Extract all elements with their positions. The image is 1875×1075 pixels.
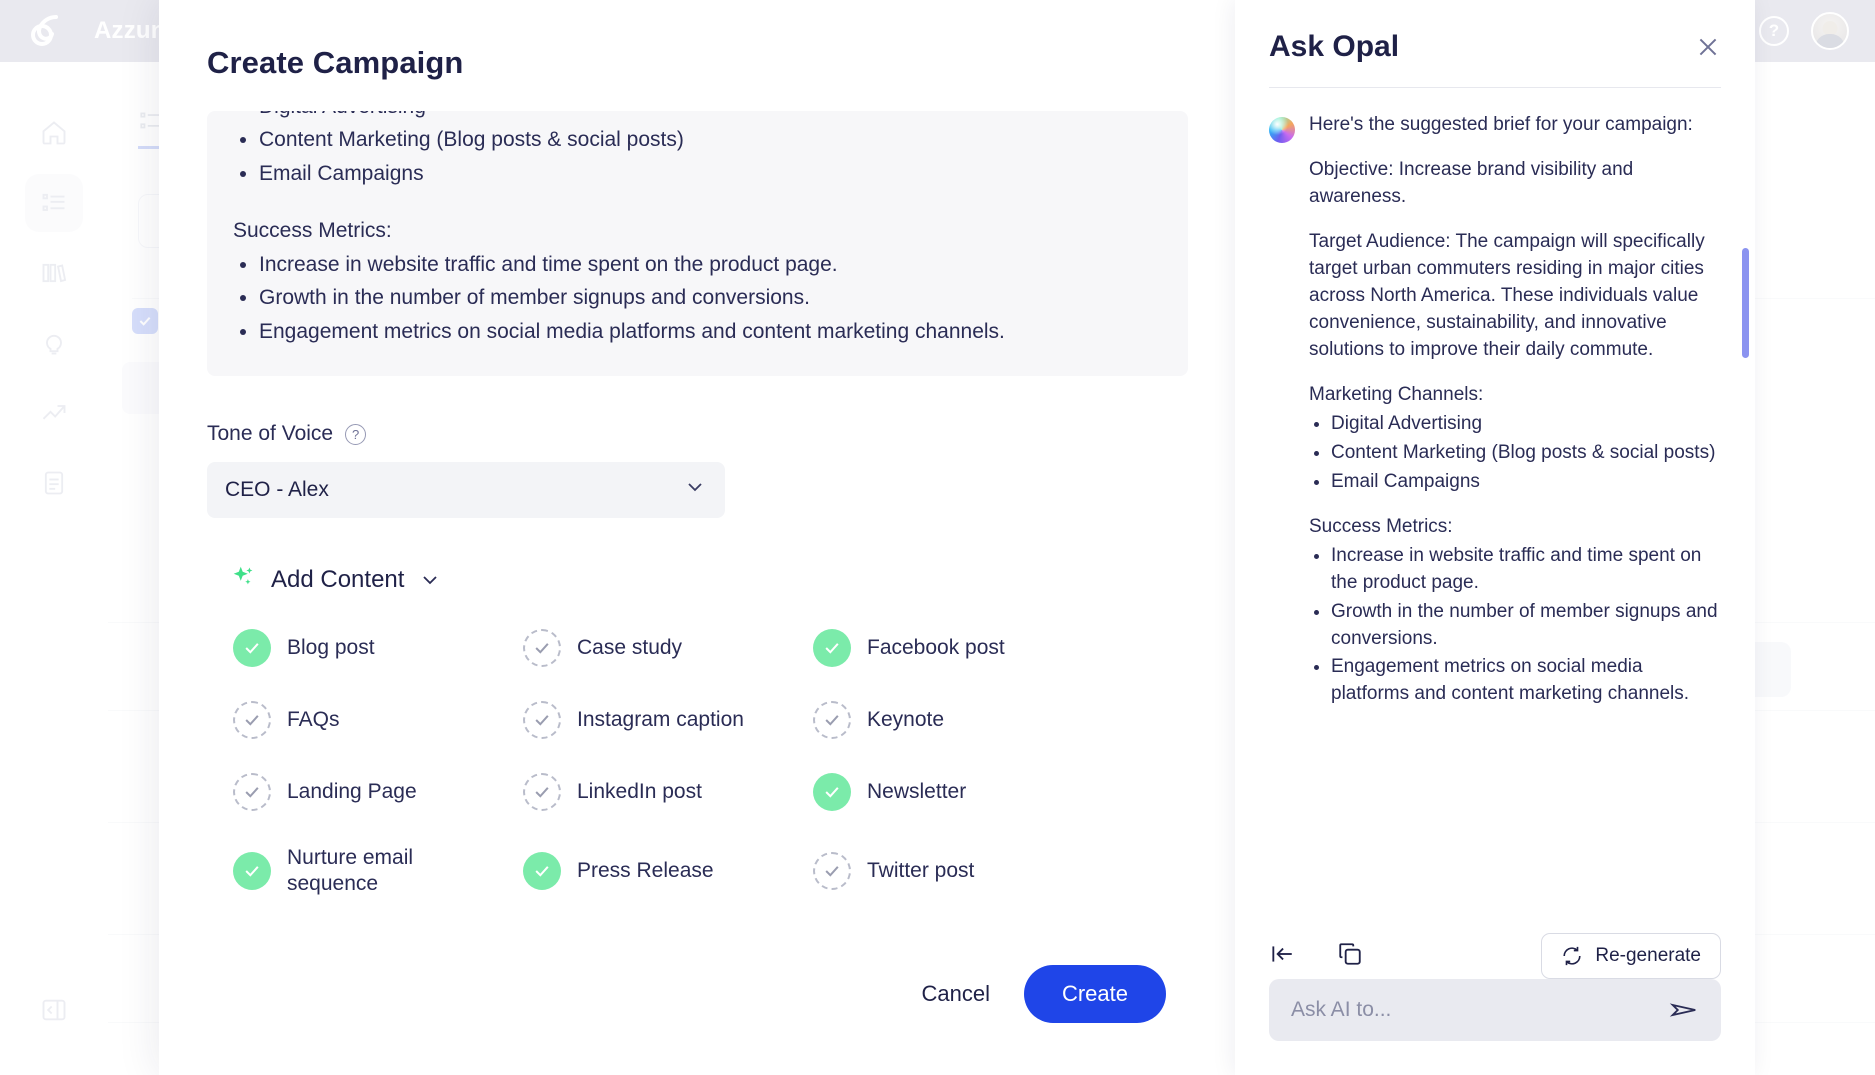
list-item: Growth in the number of member signups a… xyxy=(1331,599,1721,653)
check-icon xyxy=(813,629,851,667)
content-option-instagram-caption[interactable]: Instagram caption xyxy=(523,701,813,739)
tone-of-voice-value: CEO - Alex xyxy=(225,478,329,502)
content-option-label: Keynote xyxy=(867,707,944,733)
list-item: Engagement metrics on social media platf… xyxy=(1331,654,1721,708)
content-option-nurture-email-sequence[interactable]: Nurture email sequence xyxy=(233,845,523,898)
content-option-press-release[interactable]: Press Release xyxy=(523,845,813,898)
check-icon xyxy=(523,701,561,739)
opal-intro: Here's the suggested brief for your camp… xyxy=(1309,112,1693,139)
opal-metrics-heading: Success Metrics: xyxy=(1309,514,1721,541)
content-option-facebook-post[interactable]: Facebook post xyxy=(813,629,1103,667)
check-icon xyxy=(233,629,271,667)
content-options-grid: Blog post Case study Facebook post xyxy=(207,629,1188,898)
opal-brief-body: Objective: Increase brand visibility and… xyxy=(1269,157,1721,708)
regenerate-button[interactable]: Re-generate xyxy=(1541,933,1721,979)
add-content-toggle[interactable]: Add Content xyxy=(207,564,1188,595)
opal-action-row: Re-generate xyxy=(1235,915,1755,979)
content-option-linkedin-post[interactable]: LinkedIn post xyxy=(523,773,813,811)
ask-ai-input[interactable] xyxy=(1291,998,1669,1022)
content-option-keynote[interactable]: Keynote xyxy=(813,701,1103,739)
content-option-blog-post[interactable]: Blog post xyxy=(233,629,523,667)
modal-footer: Cancel Create xyxy=(159,965,1236,1075)
content-option-label: FAQs xyxy=(287,707,340,733)
chevron-down-icon xyxy=(418,568,442,592)
list-item: Increase in website traffic and time spe… xyxy=(1331,543,1721,597)
content-option-label: Newsletter xyxy=(867,779,966,805)
content-option-label: Case study xyxy=(577,635,682,661)
list-item: Email Campaigns xyxy=(1331,469,1721,496)
opal-message: Here's the suggested brief for your camp… xyxy=(1269,112,1721,157)
tone-of-voice-label: Tone of Voice ? xyxy=(207,422,1188,446)
list-item: Growth in the number of member signups a… xyxy=(259,283,1162,313)
content-option-label: Blog post xyxy=(287,635,375,661)
list-item: Digital Advertising xyxy=(1331,411,1721,438)
content-option-case-study[interactable]: Case study xyxy=(523,629,813,667)
create-button[interactable]: Create xyxy=(1024,965,1166,1023)
check-icon xyxy=(523,773,561,811)
opal-metrics-list: Increase in website traffic and time spe… xyxy=(1331,543,1721,709)
list-item: Increase in website traffic and time spe… xyxy=(259,250,1162,280)
ask-ai-input-wrapper[interactable] xyxy=(1269,979,1721,1041)
close-icon[interactable] xyxy=(1695,34,1721,65)
opal-avatar-icon xyxy=(1269,117,1295,143)
add-content-label: Add Content xyxy=(271,566,404,594)
check-icon xyxy=(523,852,561,890)
brief-channels-list: Digital Advertising Content Marketing (B… xyxy=(259,111,1162,189)
content-option-label: Nurture email sequence xyxy=(287,845,447,898)
content-option-landing-page[interactable]: Landing Page xyxy=(233,773,523,811)
check-icon xyxy=(233,852,271,890)
opal-title: Ask Opal xyxy=(1269,30,1399,64)
check-icon xyxy=(813,852,851,890)
list-item: Content Marketing (Blog posts & social p… xyxy=(259,125,1162,155)
content-option-faqs[interactable]: FAQs xyxy=(233,701,523,739)
modal-body: Digital Advertising Content Marketing (B… xyxy=(159,81,1236,965)
opal-message-text: Here's the suggested brief for your camp… xyxy=(1309,112,1693,157)
help-circle-icon[interactable]: ? xyxy=(345,424,366,445)
content-option-label: LinkedIn post xyxy=(577,779,702,805)
tone-of-voice-select[interactable]: CEO - Alex xyxy=(207,462,725,518)
campaign-brief-textarea[interactable]: Digital Advertising Content Marketing (B… xyxy=(207,111,1188,376)
tone-label-text: Tone of Voice xyxy=(207,422,333,446)
opal-conversation: Here's the suggested brief for your camp… xyxy=(1235,88,1755,915)
content-option-twitter-post[interactable]: Twitter post xyxy=(813,845,1103,898)
content-option-label: Press Release xyxy=(577,858,714,884)
content-option-label: Twitter post xyxy=(867,858,974,884)
opal-channels-heading: Marketing Channels: xyxy=(1309,382,1721,409)
check-icon xyxy=(233,773,271,811)
content-option-newsletter[interactable]: Newsletter xyxy=(813,773,1103,811)
opal-target-audience: Target Audience: The campaign will speci… xyxy=(1309,229,1721,364)
check-icon xyxy=(233,701,271,739)
check-icon xyxy=(523,629,561,667)
brief-metrics-list: Increase in website traffic and time spe… xyxy=(259,250,1162,347)
list-item: Content Marketing (Blog posts & social p… xyxy=(1331,440,1721,467)
list-item: Engagement metrics on social media platf… xyxy=(259,317,1162,347)
content-option-label: Landing Page xyxy=(287,779,417,805)
list-item: Email Campaigns xyxy=(259,159,1162,189)
opal-objective: Objective: Increase brand visibility and… xyxy=(1309,157,1721,211)
page-title: Create Campaign xyxy=(159,0,1236,81)
list-item: Digital Advertising xyxy=(259,111,1162,122)
refresh-icon xyxy=(1561,945,1583,967)
opal-channels-list: Digital Advertising Content Marketing (B… xyxy=(1331,411,1721,496)
ask-opal-panel: Ask Opal Here's the suggested brief for … xyxy=(1235,0,1755,1075)
sparkle-icon xyxy=(231,564,257,595)
content-option-label: Facebook post xyxy=(867,635,1005,661)
check-icon xyxy=(813,773,851,811)
content-option-label: Instagram caption xyxy=(577,707,744,733)
create-campaign-modal: Create Campaign Digital Advertising Cont… xyxy=(159,0,1236,1075)
send-icon[interactable] xyxy=(1669,995,1699,1025)
insert-left-icon[interactable] xyxy=(1269,941,1295,972)
copy-icon[interactable] xyxy=(1337,941,1363,972)
regenerate-label: Re-generate xyxy=(1595,945,1701,967)
chevron-down-icon xyxy=(683,475,707,505)
opal-input-area xyxy=(1235,979,1755,1075)
scrollbar[interactable] xyxy=(1742,248,1749,358)
cancel-button[interactable]: Cancel xyxy=(921,981,989,1007)
check-icon xyxy=(813,701,851,739)
brief-metrics-heading: Success Metrics: xyxy=(233,216,1162,246)
opal-header: Ask Opal xyxy=(1235,0,1755,65)
